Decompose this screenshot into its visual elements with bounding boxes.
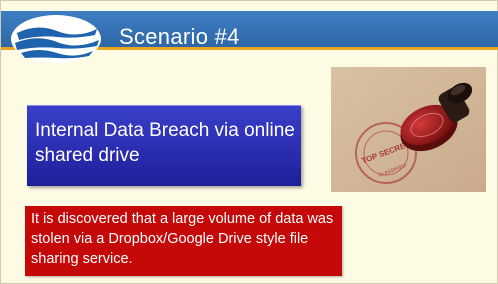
heading-box: Internal Data Breach via online shared d… — [27, 105, 301, 186]
heading-text: Internal Data Breach via online shared d… — [35, 120, 295, 166]
slide-title: Scenario #4 — [119, 24, 240, 49]
description-text: It is discovered that a large volume of … — [31, 211, 334, 267]
wave-logo-icon — [11, 15, 101, 63]
slide: Scenario #4 Internal Data Breach via onl… — [0, 0, 498, 284]
top-secret-stamp-image: TOP SECRET CLASSIFIED — [331, 67, 486, 192]
description-box: It is discovered that a large volume of … — [25, 206, 342, 276]
